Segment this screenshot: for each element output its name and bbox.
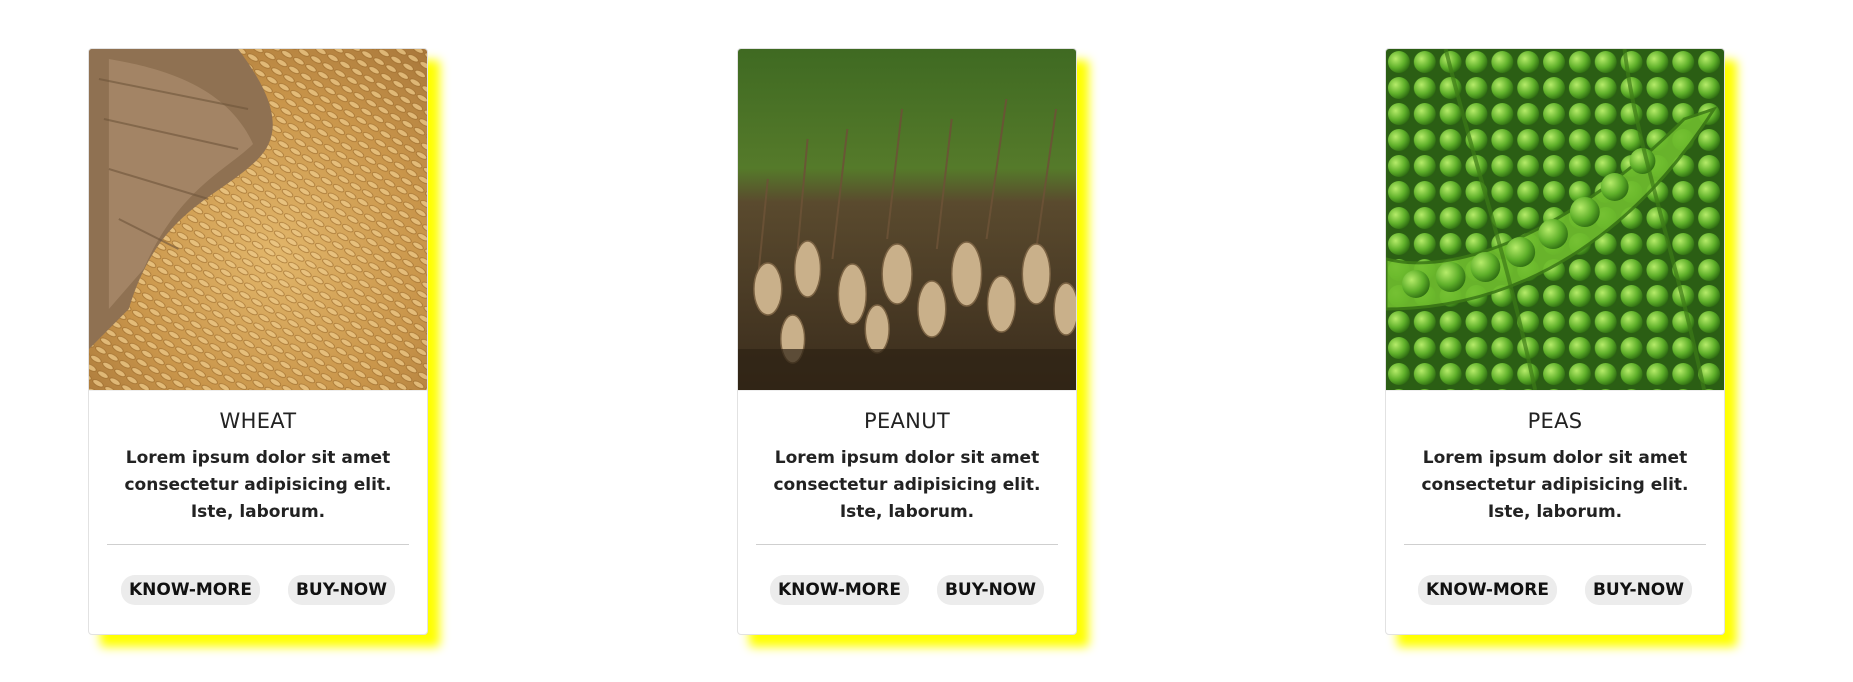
card-actions: KNOW-MORE BUY-NOW (738, 575, 1076, 605)
card-description: Lorem ipsum dolor sit amet consectetur a… (124, 448, 392, 522)
know-more-button[interactable]: KNOW-MORE (1417, 575, 1557, 605)
buy-now-button[interactable]: BUY-NOW (1584, 575, 1693, 605)
card-title: PEAS (1527, 409, 1583, 433)
divider (1404, 544, 1706, 545)
card-title: PEANUT (863, 409, 950, 433)
know-more-button[interactable]: KNOW-MORE (769, 575, 909, 605)
peanut-image (738, 49, 1076, 391)
buy-now-button[interactable]: BUY-NOW (936, 575, 1045, 605)
wheat-image (89, 49, 427, 391)
buy-now-button[interactable]: BUY-NOW (287, 575, 396, 605)
peas-image (1386, 49, 1724, 391)
card-actions: KNOW-MORE BUY-NOW (89, 575, 427, 605)
divider (107, 544, 409, 545)
card-title: WHEAT (219, 409, 297, 433)
card-actions: KNOW-MORE BUY-NOW (1386, 575, 1724, 605)
product-card-peas: PEAS Lorem ipsum dolor sit amet consecte… (1385, 48, 1725, 635)
card-description: Lorem ipsum dolor sit amet consectetur a… (773, 448, 1041, 522)
know-more-button[interactable]: KNOW-MORE (120, 575, 260, 605)
card-description: Lorem ipsum dolor sit amet consectetur a… (1421, 448, 1689, 522)
divider (756, 544, 1058, 545)
product-card-wheat: WHEAT Lorem ipsum dolor sit amet consect… (88, 48, 428, 635)
product-card-peanut: PEANUT Lorem ipsum dolor sit amet consec… (737, 48, 1077, 635)
